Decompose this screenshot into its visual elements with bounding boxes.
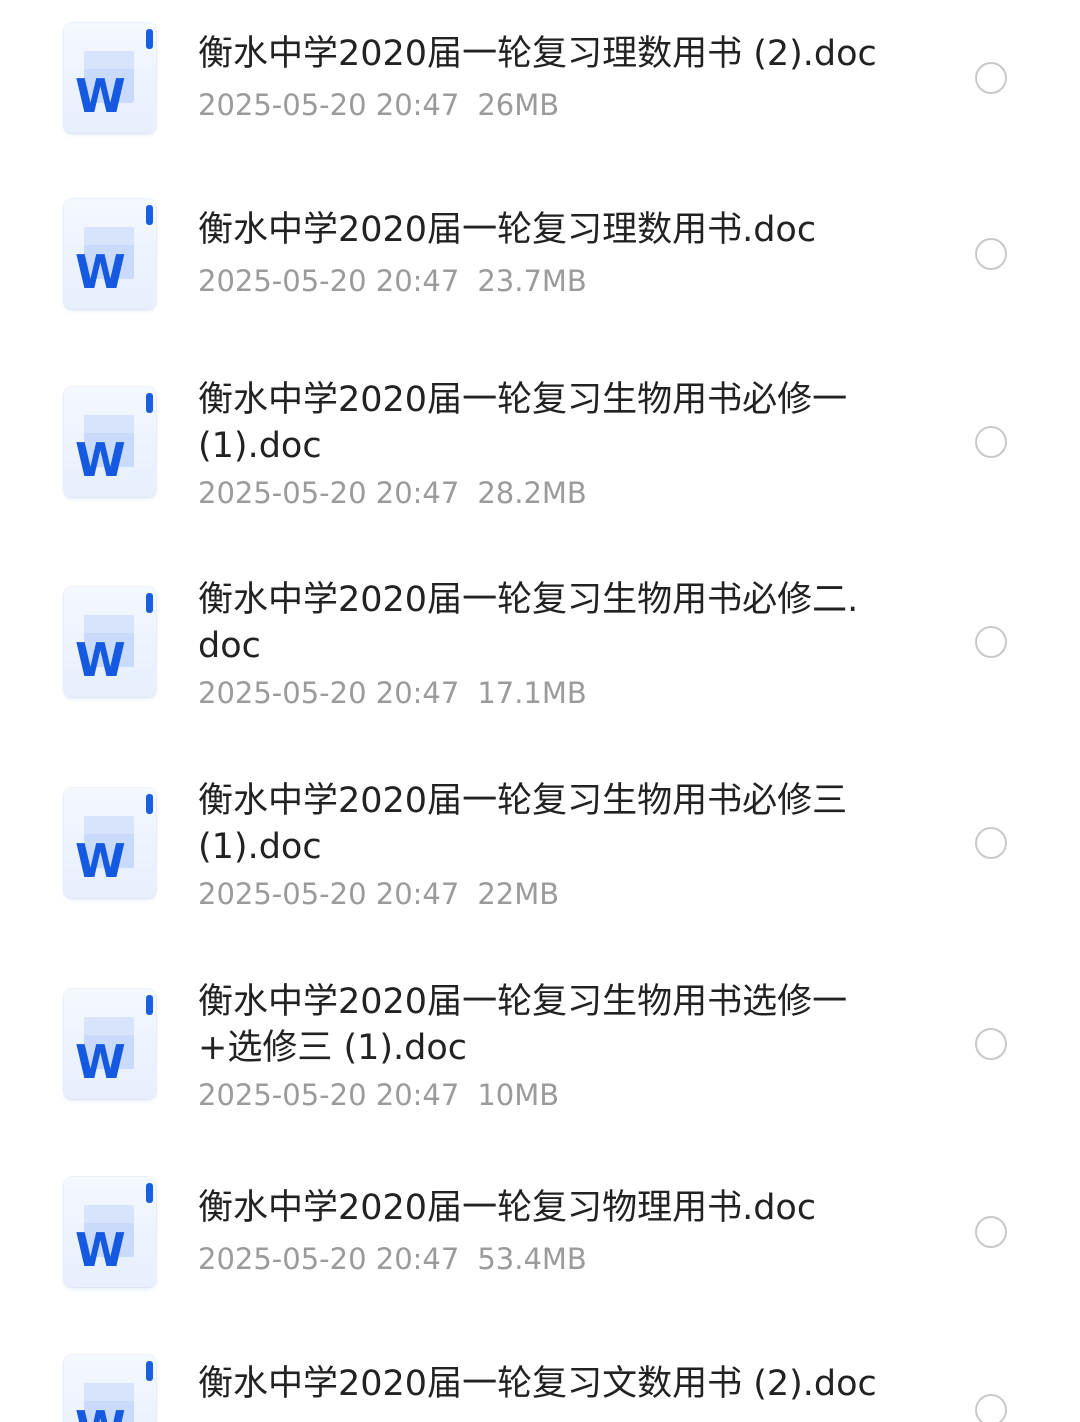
file-name: 衡水中学2020届一轮复习生物用书必修二. doc [198,580,859,666]
file-name: 衡水中学2020届一轮复习生物用书必修一 (1).doc [198,380,848,466]
select-radio-button[interactable] [975,827,1007,859]
select-radio-button[interactable] [975,1216,1007,1248]
file-date: 2025-05-20 20:47 [198,476,460,510]
file-row[interactable]: W 衡水中学2020届一轮复习生物用书必修三 (1).doc 2025-05-2… [0,752,1080,952]
file-size: 22MB [477,877,560,911]
word-doc-icon: W [64,989,156,1099]
word-doc-icon: W [64,1177,156,1287]
file-name: 衡水中学2020届一轮复习理数用书 (2).doc [198,34,877,74]
file-meta: 2025-05-20 20:47 26MB [198,87,898,123]
file-size: 10MB [477,1078,560,1112]
file-row[interactable]: W 衡水中学2020届一轮复习理数用书 (2).doc 2025-05-20 2… [0,0,1080,176]
select-radio-button[interactable] [975,62,1007,94]
word-doc-icon: W [64,587,156,697]
file-row[interactable]: W 衡水中学2020届一轮复习物理用书.doc 2025-05-20 20:47… [0,1152,1080,1328]
file-meta: 2025-05-20 20:47 53.4MB [198,1241,898,1277]
file-row[interactable]: W 衡水中学2020届一轮复习生物用书必修二. doc 2025-05-20 2… [0,552,1080,752]
word-doc-icon: W [64,1355,156,1422]
file-name: 衡水中学2020届一轮复习生物用书必修三 (1).doc [198,781,848,867]
file-name: 衡水中学2020届一轮复习文数用书 (2).doc [198,1364,877,1404]
file-meta: 2025-05-20 20:47 23.7MB [198,263,898,299]
file-size: 26MB [477,88,560,122]
file-size: 28.2MB [477,476,587,510]
file-date: 2025-05-20 20:47 [198,1078,460,1112]
file-meta: 2025-05-20 20:47 10MB [198,1077,898,1113]
word-doc-icon: W [64,788,156,898]
select-radio-button[interactable] [975,1028,1007,1060]
file-date: 2025-05-20 20:47 [198,1242,460,1276]
file-list: W 衡水中学2020届一轮复习理数用书 (2).doc 2025-05-20 2… [0,0,1080,1422]
file-row[interactable]: W 衡水中学2020届一轮复习文数用书 (2).doc [0,1328,1080,1422]
file-name: 衡水中学2020届一轮复习生物用书选修一 +选修三 (1).doc [198,982,848,1068]
file-meta: 2025-05-20 20:47 28.2MB [198,475,898,511]
select-radio-button[interactable] [975,426,1007,458]
select-radio-button[interactable] [975,626,1007,658]
file-meta: 2025-05-20 20:47 22MB [198,876,898,912]
file-date: 2025-05-20 20:47 [198,88,460,122]
file-row[interactable]: W 衡水中学2020届一轮复习生物用书必修一 (1).doc 2025-05-2… [0,352,1080,552]
file-name: 衡水中学2020届一轮复习物理用书.doc [198,1188,817,1228]
word-doc-icon: W [64,199,156,309]
select-radio-button[interactable] [975,238,1007,270]
word-doc-icon: W [64,387,156,497]
file-date: 2025-05-20 20:47 [198,676,460,710]
select-radio-button[interactable] [975,1394,1007,1422]
word-doc-icon: W [64,23,156,133]
file-row[interactable]: W 衡水中学2020届一轮复习理数用书.doc 2025-05-20 20:47… [0,176,1080,352]
file-row[interactable]: W 衡水中学2020届一轮复习生物用书选修一 +选修三 (1).doc 2025… [0,952,1080,1152]
file-size: 23.7MB [477,264,587,298]
file-date: 2025-05-20 20:47 [198,877,460,911]
file-name: 衡水中学2020届一轮复习理数用书.doc [198,210,817,250]
file-meta: 2025-05-20 20:47 17.1MB [198,675,898,711]
file-size: 53.4MB [477,1242,587,1276]
file-date: 2025-05-20 20:47 [198,264,460,298]
file-size: 17.1MB [477,676,587,710]
